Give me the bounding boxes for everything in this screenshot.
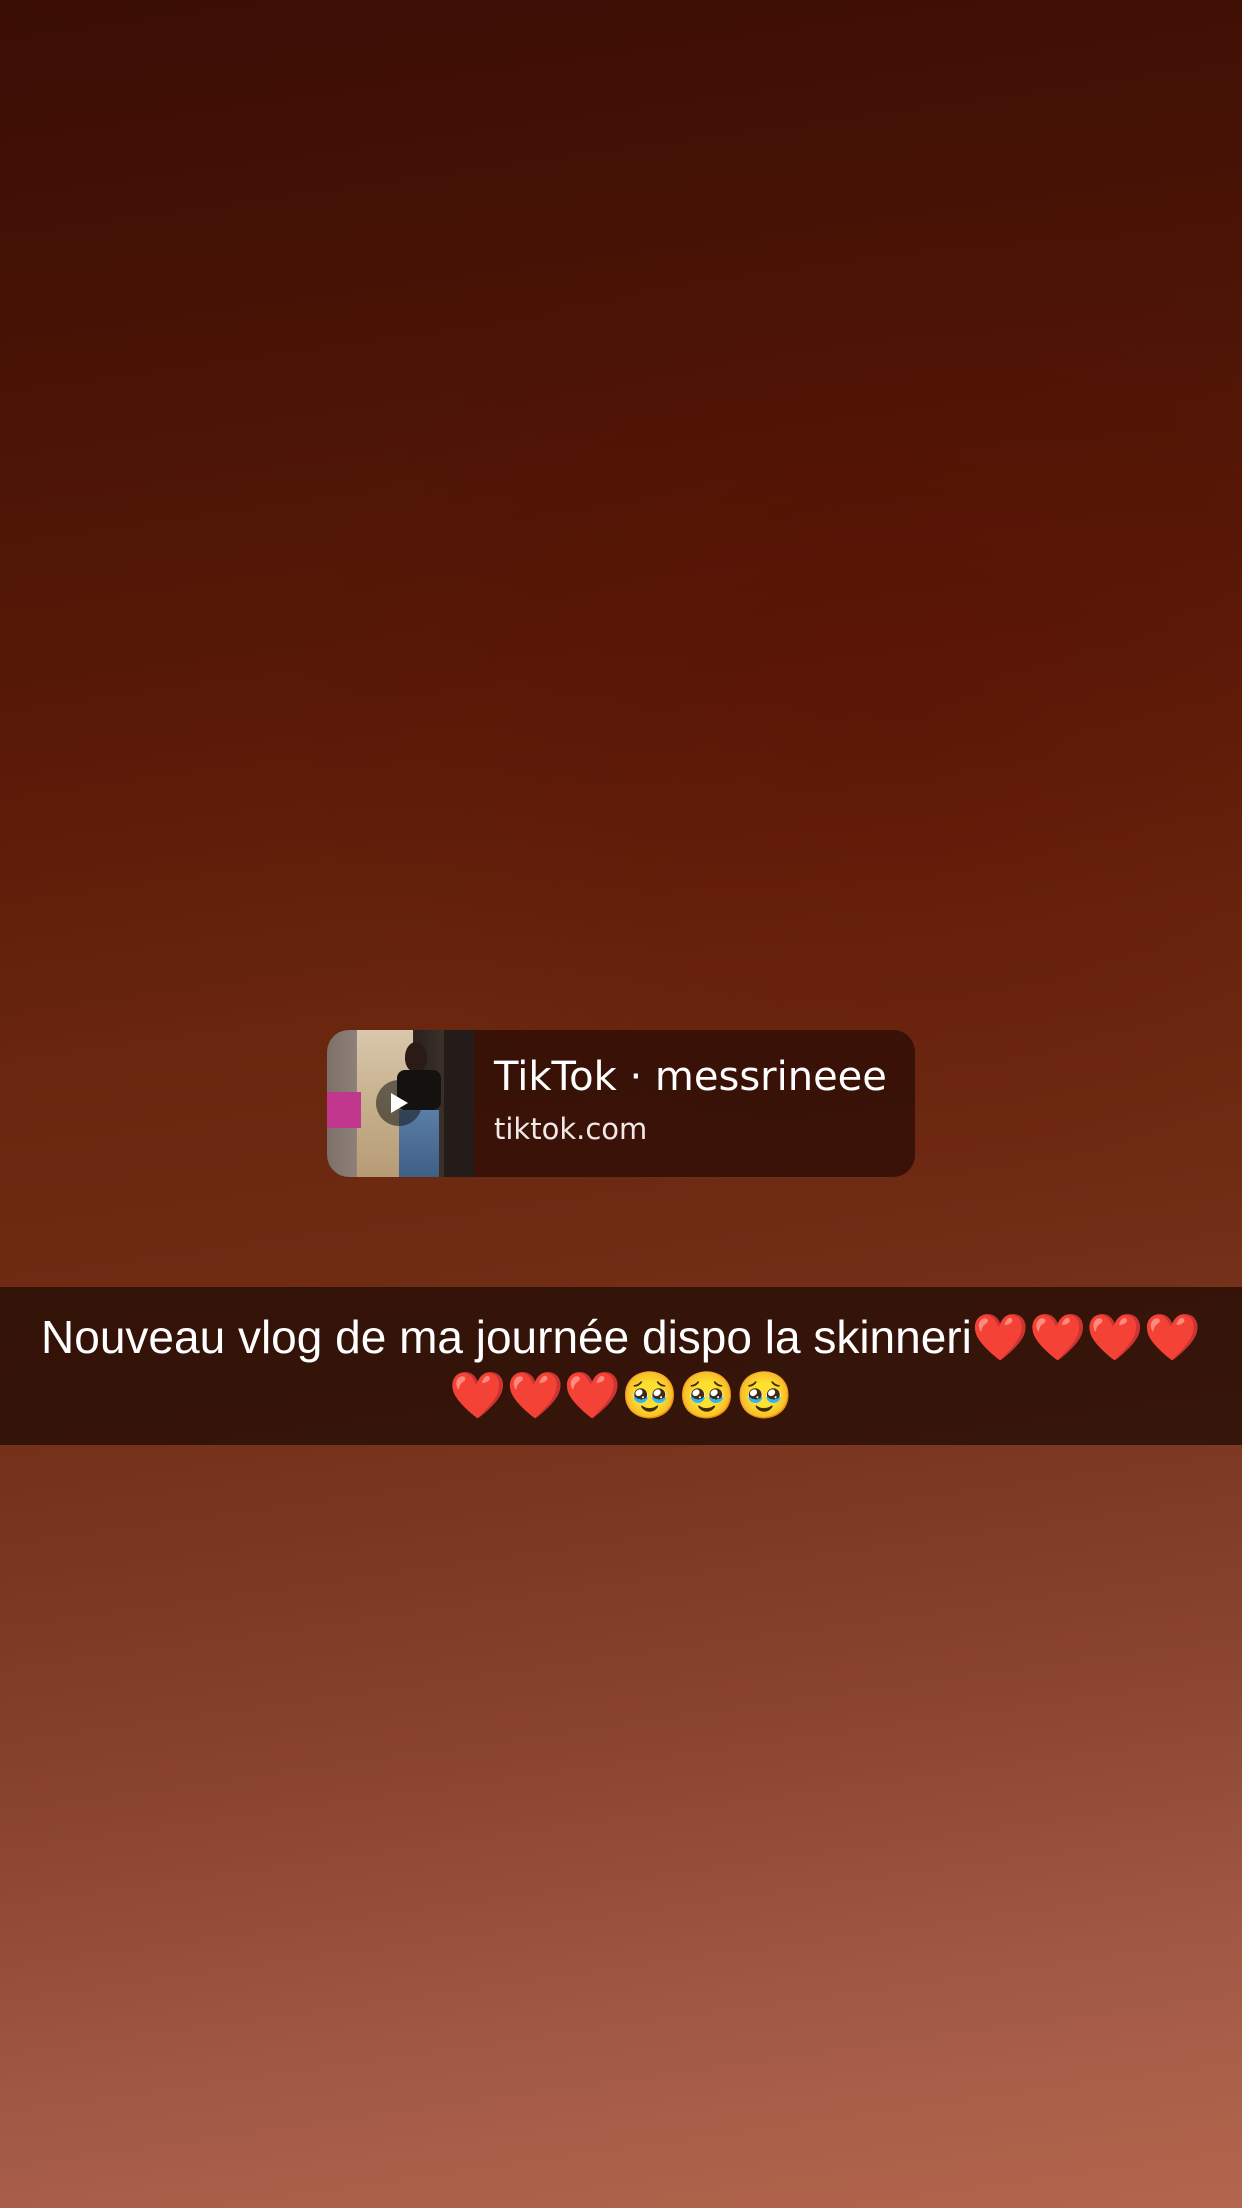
tiktok-link-card[interactable]: TikTok · messrineee tiktok.com — [327, 1030, 915, 1177]
thumbnail-shadow — [444, 1030, 474, 1177]
caption-bar: Nouveau vlog de ma journée dispo la skin… — [0, 1287, 1242, 1445]
story-canvas: TikTok · messrineee tiktok.com Nouveau v… — [0, 0, 1242, 2208]
video-thumbnail — [327, 1030, 474, 1177]
thumbnail-pink-object — [327, 1092, 361, 1128]
link-card-text: TikTok · messrineee tiktok.com — [474, 1030, 905, 1177]
link-title: TikTok · messrineee — [494, 1054, 887, 1100]
thumbnail-person-head — [405, 1042, 427, 1072]
play-icon[interactable] — [376, 1080, 422, 1126]
caption-text: Nouveau vlog de ma journée dispo la skin… — [41, 1311, 1201, 1421]
link-domain: tiktok.com — [494, 1112, 648, 1146]
